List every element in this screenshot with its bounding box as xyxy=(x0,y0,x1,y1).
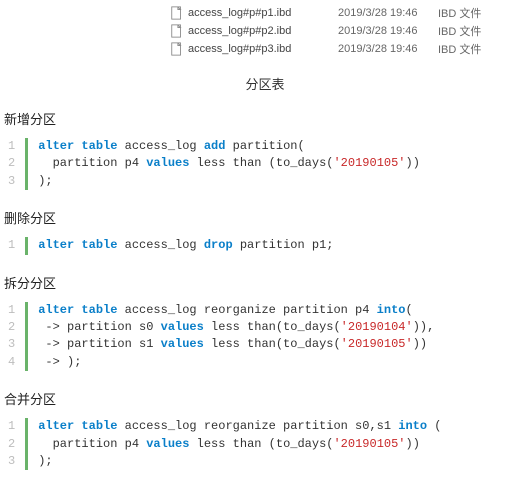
heading-merge-partition: 合并分区 xyxy=(0,387,530,418)
file-name: access_log#p#p3.ibd xyxy=(188,43,338,55)
file-icon xyxy=(170,24,184,38)
code-body: alter table access_log reorganize partit… xyxy=(25,302,434,372)
file-name: access_log#p#p2.ibd xyxy=(188,25,338,37)
code-drop-partition: 1 alter table access_log drop partition … xyxy=(6,237,524,254)
line-number: 3 xyxy=(6,173,17,190)
code-body: alter table access_log reorganize partit… xyxy=(25,418,441,470)
file-date: 2019/3/28 19:46 xyxy=(338,43,438,55)
line-gutter: 1 xyxy=(6,237,25,254)
line-number: 1 xyxy=(6,302,17,319)
line-number: 2 xyxy=(6,436,17,453)
line-number: 4 xyxy=(6,354,17,371)
line-number: 1 xyxy=(6,138,17,155)
line-gutter: 1 2 3 xyxy=(6,418,25,470)
file-type: IBD 文件 xyxy=(438,5,498,21)
file-row: access_log#p#p3.ibd 2019/3/28 19:46 IBD … xyxy=(0,40,530,58)
file-row: access_log#p#p1.ibd 2019/3/28 19:46 IBD … xyxy=(0,4,530,22)
code-add-partition: 1 2 3 alter table access_log add partiti… xyxy=(6,138,524,190)
file-list: access_log#p#p1.ibd 2019/3/28 19:46 IBD … xyxy=(0,0,530,64)
line-number: 1 xyxy=(6,418,17,435)
file-type: IBD 文件 xyxy=(438,23,498,39)
line-number: 2 xyxy=(6,319,17,336)
line-number: 2 xyxy=(6,155,17,172)
line-gutter: 1 2 3 4 xyxy=(6,302,25,372)
heading-split-partition: 拆分分区 xyxy=(0,271,530,302)
file-type: IBD 文件 xyxy=(438,41,498,57)
code-body: alter table access_log add partition( pa… xyxy=(25,138,420,190)
file-icon xyxy=(170,6,184,20)
code-split-partition: 1 2 3 4 alter table access_log reorganiz… xyxy=(6,302,524,372)
file-row: access_log#p#p2.ibd 2019/3/28 19:46 IBD … xyxy=(0,22,530,40)
heading-add-partition: 新增分区 xyxy=(0,107,530,138)
code-body: alter table access_log drop partition p1… xyxy=(25,237,333,254)
file-name: access_log#p#p1.ibd xyxy=(188,7,338,19)
line-gutter: 1 2 3 xyxy=(6,138,25,190)
heading-drop-partition: 删除分区 xyxy=(0,206,530,237)
file-icon xyxy=(170,42,184,56)
code-merge-partition: 1 2 3 alter table access_log reorganize … xyxy=(6,418,524,470)
file-date: 2019/3/28 19:46 xyxy=(338,25,438,37)
caption-partition-table: 分区表 xyxy=(0,64,530,107)
line-number: 1 xyxy=(6,237,17,254)
file-date: 2019/3/28 19:46 xyxy=(338,7,438,19)
line-number: 3 xyxy=(6,336,17,353)
line-number: 3 xyxy=(6,453,17,470)
